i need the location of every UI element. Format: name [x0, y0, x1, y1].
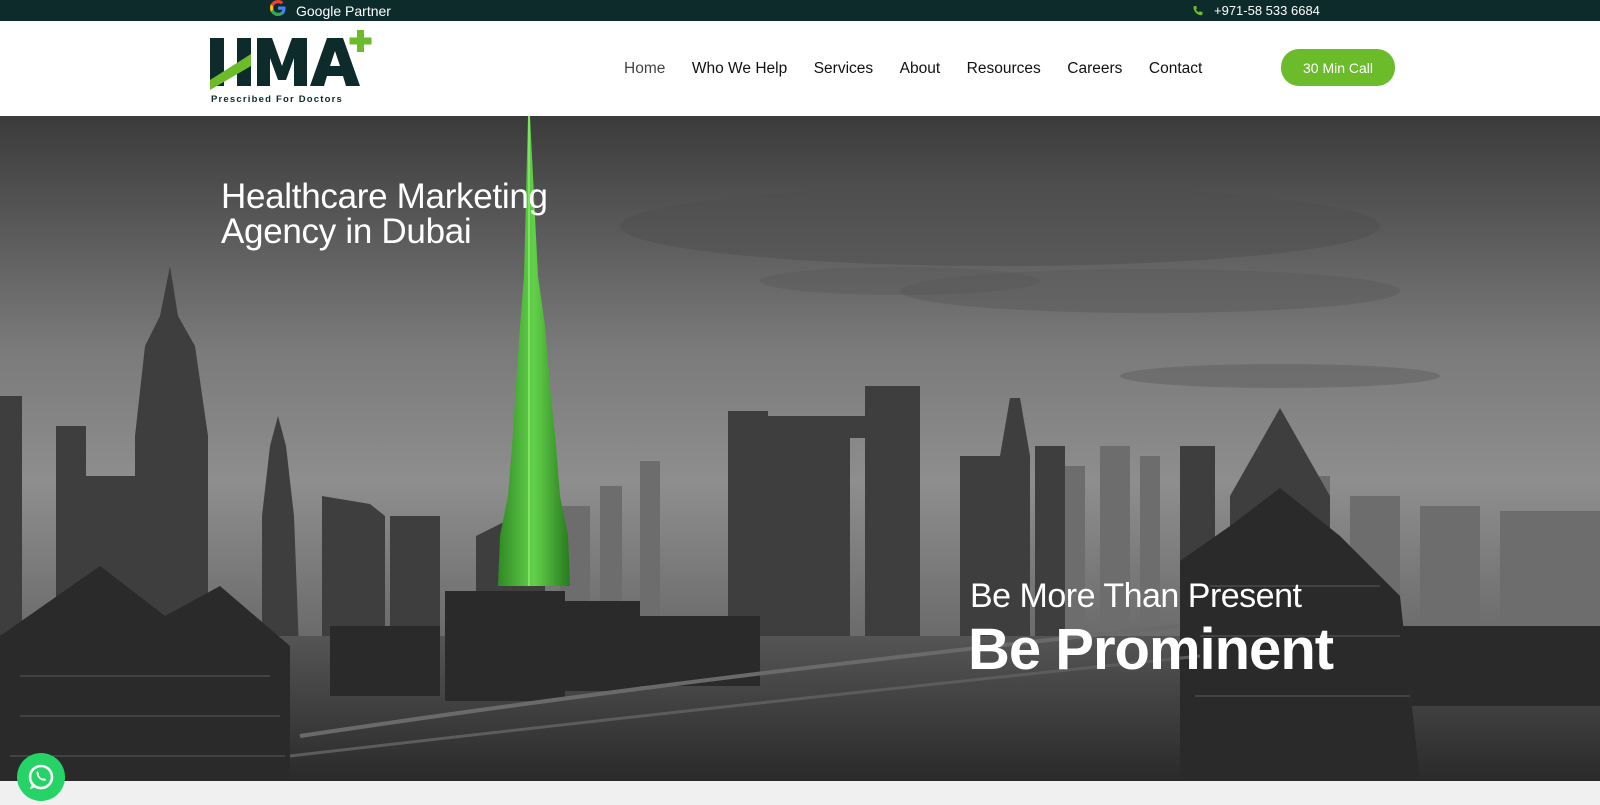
hero-slogan-line-2: Be Prominent [968, 617, 1334, 682]
nav-who-we-help[interactable]: Who We Help [692, 60, 787, 78]
hero-title-line-1: Healthcare Marketing [221, 177, 548, 216]
nav-resources[interactable]: Resources [967, 60, 1041, 78]
hero-title-line-2: Agency in Dubai [221, 212, 472, 251]
phone-number: +971-58 533 6684 [1214, 3, 1320, 18]
book-call-button[interactable]: 30 Min Call [1281, 49, 1395, 86]
google-partner-label: Google Partner [296, 2, 391, 19]
brand-tagline: Prescribed For Doctors [211, 94, 343, 105]
nav-contact[interactable]: Contact [1149, 60, 1202, 78]
plus-icon [349, 30, 372, 52]
nav-careers[interactable]: Careers [1067, 60, 1122, 78]
top-bar: Google Partner +971-58 533 6684 [0, 0, 1600, 21]
phone-link[interactable]: +971-58 533 6684 [1192, 0, 1320, 21]
next-section-edge [0, 781, 1600, 805]
hero-title: Healthcare Marketing Agency in Dubai [221, 179, 548, 249]
hero-slogan-line-1: Be More Than Present [970, 577, 1302, 615]
phone-icon [1193, 5, 1203, 15]
hero-banner: Healthcare Marketing Agency in Dubai Be … [0, 116, 1600, 781]
hma-logo-mark [210, 30, 372, 90]
whatsapp-chat-button[interactable] [17, 753, 65, 801]
google-icon [270, 0, 286, 16]
google-partner-badge[interactable]: Google Partner [268, 0, 391, 21]
site-header: Prescribed For Doctors Home Who We Help … [0, 21, 1600, 116]
nav-about[interactable]: About [900, 60, 941, 78]
main-nav: Home Who We Help Services About Resource… [624, 21, 1229, 116]
whatsapp-icon [28, 764, 54, 790]
nav-services[interactable]: Services [814, 60, 873, 78]
brand-logo[interactable]: Prescribed For Doctors [210, 30, 380, 106]
nav-home[interactable]: Home [624, 60, 665, 78]
